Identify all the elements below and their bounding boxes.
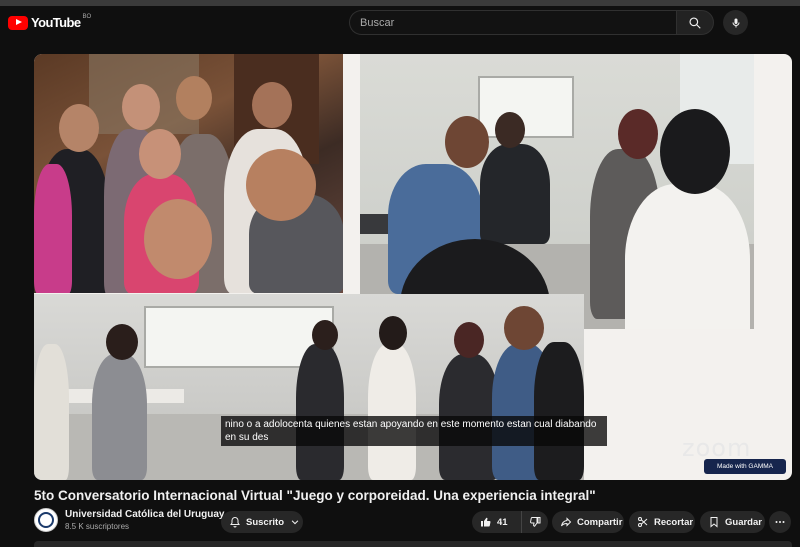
photo-selfie-group (34, 54, 343, 293)
subscribed-label: Suscrito (246, 516, 285, 528)
avatar[interactable] (34, 508, 58, 532)
face (618, 109, 658, 159)
search-icon (689, 16, 701, 29)
thumbs-down-icon (529, 516, 541, 528)
save-label: Guardar (725, 516, 762, 528)
face (504, 306, 544, 350)
caption-line: nino o a adolocenta quienes estan apoyan… (225, 419, 597, 430)
face (246, 149, 316, 221)
person (534, 342, 584, 480)
like-count: 41 (497, 516, 508, 528)
university-seal-icon (38, 512, 54, 528)
logo-text: YouTube (31, 15, 81, 30)
share-label: Compartir (577, 516, 623, 528)
subscribed-button[interactable]: Suscrito (221, 511, 303, 533)
thumbs-up-icon (480, 516, 492, 528)
person (34, 344, 69, 480)
youtube-logo-icon (8, 15, 28, 30)
gamma-badge-text: Made with GAMMA (717, 463, 773, 470)
face (379, 316, 407, 350)
caption-overlay: nino o a adolocenta quienes estan apoyan… (221, 416, 607, 446)
like-dislike-group: 41 (472, 511, 548, 533)
masthead: YouTube BO Buscar (0, 6, 800, 40)
person (296, 344, 344, 480)
share-button[interactable]: Compartir (552, 511, 624, 533)
face (454, 322, 484, 358)
more-actions-button[interactable] (769, 511, 791, 533)
channel-name[interactable]: Universidad Católica del Uruguay (65, 509, 225, 520)
mic-icon (732, 18, 739, 27)
person (480, 144, 550, 244)
channel-info: Universidad Católica del Uruguay 8.5 K s… (34, 508, 225, 532)
clip-label: Recortar (654, 516, 694, 528)
channel-text: Universidad Católica del Uruguay 8.5 K s… (65, 509, 225, 531)
gamma-badge: Made with GAMMA (704, 459, 786, 474)
clip-button[interactable]: Recortar (629, 511, 695, 533)
scissors-icon (637, 516, 649, 528)
video-player[interactable]: nino o a adolocenta quienes estan apoyan… (34, 54, 792, 480)
youtube-logo[interactable]: YouTube BO (8, 13, 92, 30)
whiteboard (478, 76, 574, 138)
search-input[interactable]: Buscar (349, 10, 676, 35)
face (176, 76, 212, 120)
like-button[interactable]: 41 (472, 511, 522, 533)
face (252, 82, 292, 128)
face (139, 129, 181, 179)
save-button[interactable]: Guardar (700, 511, 765, 533)
photo-classroom-standing (34, 294, 584, 480)
search-button[interactable] (676, 10, 714, 35)
face (445, 116, 489, 168)
video-title: 5to Conversatorio Internacional Virtual … (34, 488, 596, 503)
description-panel[interactable] (34, 541, 792, 547)
face (122, 84, 160, 130)
person (368, 344, 416, 480)
subscriber-count: 8.5 K suscriptores (65, 522, 130, 531)
face (495, 112, 525, 148)
face (59, 104, 99, 152)
country-code: BO (82, 13, 92, 20)
face (144, 199, 212, 279)
person (34, 164, 72, 293)
bookmark-icon (708, 516, 720, 528)
caption-line: en su des (225, 432, 269, 443)
chevron-down-icon (290, 517, 300, 527)
more-icon (774, 516, 786, 528)
dislike-button[interactable] (522, 516, 548, 528)
voice-search-button[interactable] (723, 10, 748, 35)
face (660, 109, 730, 194)
zoom-watermark: zoom (682, 434, 752, 462)
person (92, 354, 147, 480)
share-icon (560, 516, 572, 528)
face (312, 320, 338, 350)
face (106, 324, 138, 360)
bell-icon (229, 516, 241, 528)
search-bar: Buscar (349, 10, 714, 35)
